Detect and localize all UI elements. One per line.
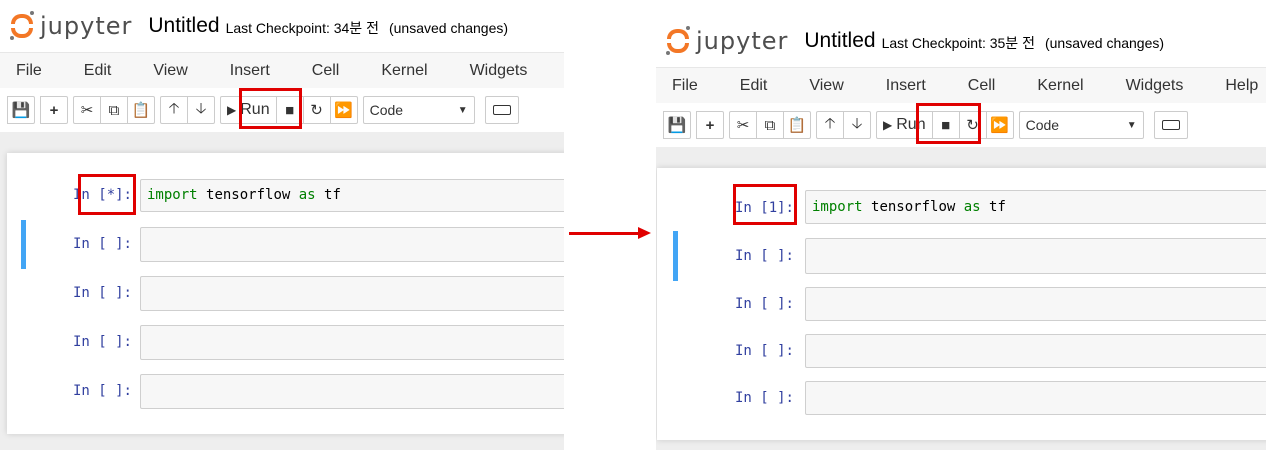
menu-file[interactable]: File [656, 77, 719, 95]
menu-insert[interactable]: Insert [865, 77, 947, 95]
run-button-highlight [239, 88, 302, 129]
menu-cell[interactable]: Cell [947, 77, 1017, 95]
menu-kernel[interactable]: Kernel [360, 62, 448, 80]
cell-code: import tensorflow as tf [147, 187, 341, 203]
play-icon: ▶ [883, 118, 893, 132]
cell-type-select[interactable]: Code ▼ [362, 96, 475, 124]
menu-cell[interactable]: Cell [291, 62, 361, 80]
cell-prompt: In [ ]: [72, 285, 132, 301]
notebook-header: jupyter Untitled Last Checkpoint: 34분 전 … [0, 0, 564, 52]
logo-text: jupyter [696, 27, 789, 55]
prompt-highlight [78, 174, 136, 215]
prompt-highlight [733, 184, 797, 225]
code-cell[interactable]: In [ ]: [7, 324, 564, 361]
arrow-down-icon[interactable]: 🡣 [843, 111, 871, 139]
cut-icon[interactable]: ✂ [73, 96, 101, 124]
code-cell[interactable]: In [ ]: [673, 231, 1266, 281]
cell-input[interactable] [140, 374, 564, 409]
cell-prompt: In [ ]: [734, 296, 794, 312]
restart-icon[interactable]: ↻ [302, 96, 331, 124]
menu-edit[interactable]: Edit [63, 62, 133, 80]
code-cell[interactable]: In [ ]: [657, 285, 1266, 323]
save-icon[interactable]: 💾 [7, 96, 35, 124]
cell-input[interactable]: import tensorflow as tf [140, 179, 564, 212]
arrow-up-icon[interactable]: 🡡 [160, 96, 188, 124]
checkpoint-status: Last Checkpoint: 34분 전 [225, 20, 379, 36]
cell-input[interactable] [140, 276, 564, 311]
code-cell[interactable]: In [ ]: [7, 373, 564, 410]
cell-prompt: In [ ]: [72, 334, 132, 350]
menu-widgets[interactable]: Widgets [449, 62, 549, 80]
code-cell[interactable]: In [ ]: [21, 220, 564, 269]
menu-bar: File Edit View Insert Cell Kernel Widget… [656, 67, 1266, 105]
cell-input[interactable] [140, 325, 564, 360]
transition-arrow [569, 232, 639, 235]
cell-input[interactable] [805, 381, 1266, 415]
keyboard-icon [1161, 120, 1180, 130]
copy-icon[interactable]: ⧉ [100, 96, 128, 124]
paste-icon[interactable]: 📋 [783, 111, 811, 139]
cell-prompt: In [ ]: [734, 248, 794, 264]
code-cell[interactable]: In [ ]: [657, 332, 1266, 370]
play-icon: ▶ [227, 103, 237, 117]
cell-type-value: Code [369, 102, 404, 118]
unsaved-status: (unsaved changes) [1044, 35, 1165, 51]
arrow-down-icon[interactable]: 🡣 [187, 96, 215, 124]
plus-icon[interactable]: + [40, 96, 68, 124]
menu-view[interactable]: View [132, 62, 208, 80]
cell-type-select[interactable]: Code ▼ [1018, 111, 1144, 139]
notebook-title[interactable]: Untitled [148, 14, 219, 38]
jupyter-logo[interactable]: jupyter [666, 26, 788, 56]
arrow-head-icon [638, 227, 651, 239]
notebook-header: jupyter Untitled Last Checkpoint: 35분 전 … [656, 15, 1266, 67]
cell-input[interactable]: import tensorflow as tf [805, 190, 1266, 224]
cell-input[interactable] [805, 238, 1266, 274]
cell-prompt: In [ ]: [734, 343, 794, 359]
cell-input[interactable] [805, 334, 1266, 368]
checkpoint-status: Last Checkpoint: 35분 전 [881, 35, 1035, 51]
jupyter-logo-icon [666, 26, 692, 56]
cell-prompt: In [ ]: [72, 236, 132, 252]
arrow-up-icon[interactable]: 🡡 [816, 111, 844, 139]
cell-type-value: Code [1025, 117, 1060, 133]
paste-icon[interactable]: 📋 [127, 96, 155, 124]
keyboard-icon [492, 105, 511, 115]
code-cell[interactable]: In [ ]: [657, 379, 1266, 417]
cell-code: import tensorflow as tf [812, 199, 1006, 215]
menu-help[interactable]: Help [1204, 77, 1266, 95]
menu-kernel[interactable]: Kernel [1016, 77, 1104, 95]
logo-text: jupyter [40, 12, 133, 40]
keyboard-shortcuts-button[interactable] [1153, 111, 1188, 139]
chevron-down-icon: ▼ [1126, 119, 1137, 131]
menu-help[interactable]: Help [548, 62, 564, 80]
menu-edit[interactable]: Edit [719, 77, 789, 95]
fast-forward-icon[interactable]: ⏩ [985, 111, 1014, 139]
run-button-highlight [916, 103, 981, 144]
cell-prompt: In [ ]: [72, 383, 132, 399]
plus-icon[interactable]: + [696, 111, 724, 139]
save-icon[interactable]: 💾 [663, 111, 691, 139]
cell-input[interactable] [140, 227, 564, 262]
unsaved-status: (unsaved changes) [388, 20, 509, 36]
cell-input[interactable] [805, 287, 1266, 321]
cut-icon[interactable]: ✂ [729, 111, 757, 139]
menu-view[interactable]: View [788, 77, 864, 95]
cell-prompt: In [ ]: [734, 390, 794, 406]
before-screenshot: jupyter Untitled Last Checkpoint: 34분 전 … [0, 0, 564, 450]
menu-insert[interactable]: Insert [209, 62, 291, 80]
menu-bar: File Edit View Insert Cell Kernel Widget… [0, 52, 564, 90]
chevron-down-icon: ▼ [457, 104, 468, 116]
after-screenshot: jupyter Untitled Last Checkpoint: 35분 전 … [656, 0, 1266, 450]
menu-file[interactable]: File [0, 62, 63, 80]
jupyter-logo[interactable]: jupyter [10, 11, 132, 41]
keyboard-shortcuts-button[interactable] [484, 96, 519, 124]
copy-icon[interactable]: ⧉ [756, 111, 784, 139]
fast-forward-icon[interactable]: ⏩ [329, 96, 358, 124]
code-cell[interactable]: In [ ]: [7, 275, 564, 312]
menu-widgets[interactable]: Widgets [1105, 77, 1205, 95]
jupyter-logo-icon [10, 11, 36, 41]
notebook-title[interactable]: Untitled [804, 29, 875, 53]
